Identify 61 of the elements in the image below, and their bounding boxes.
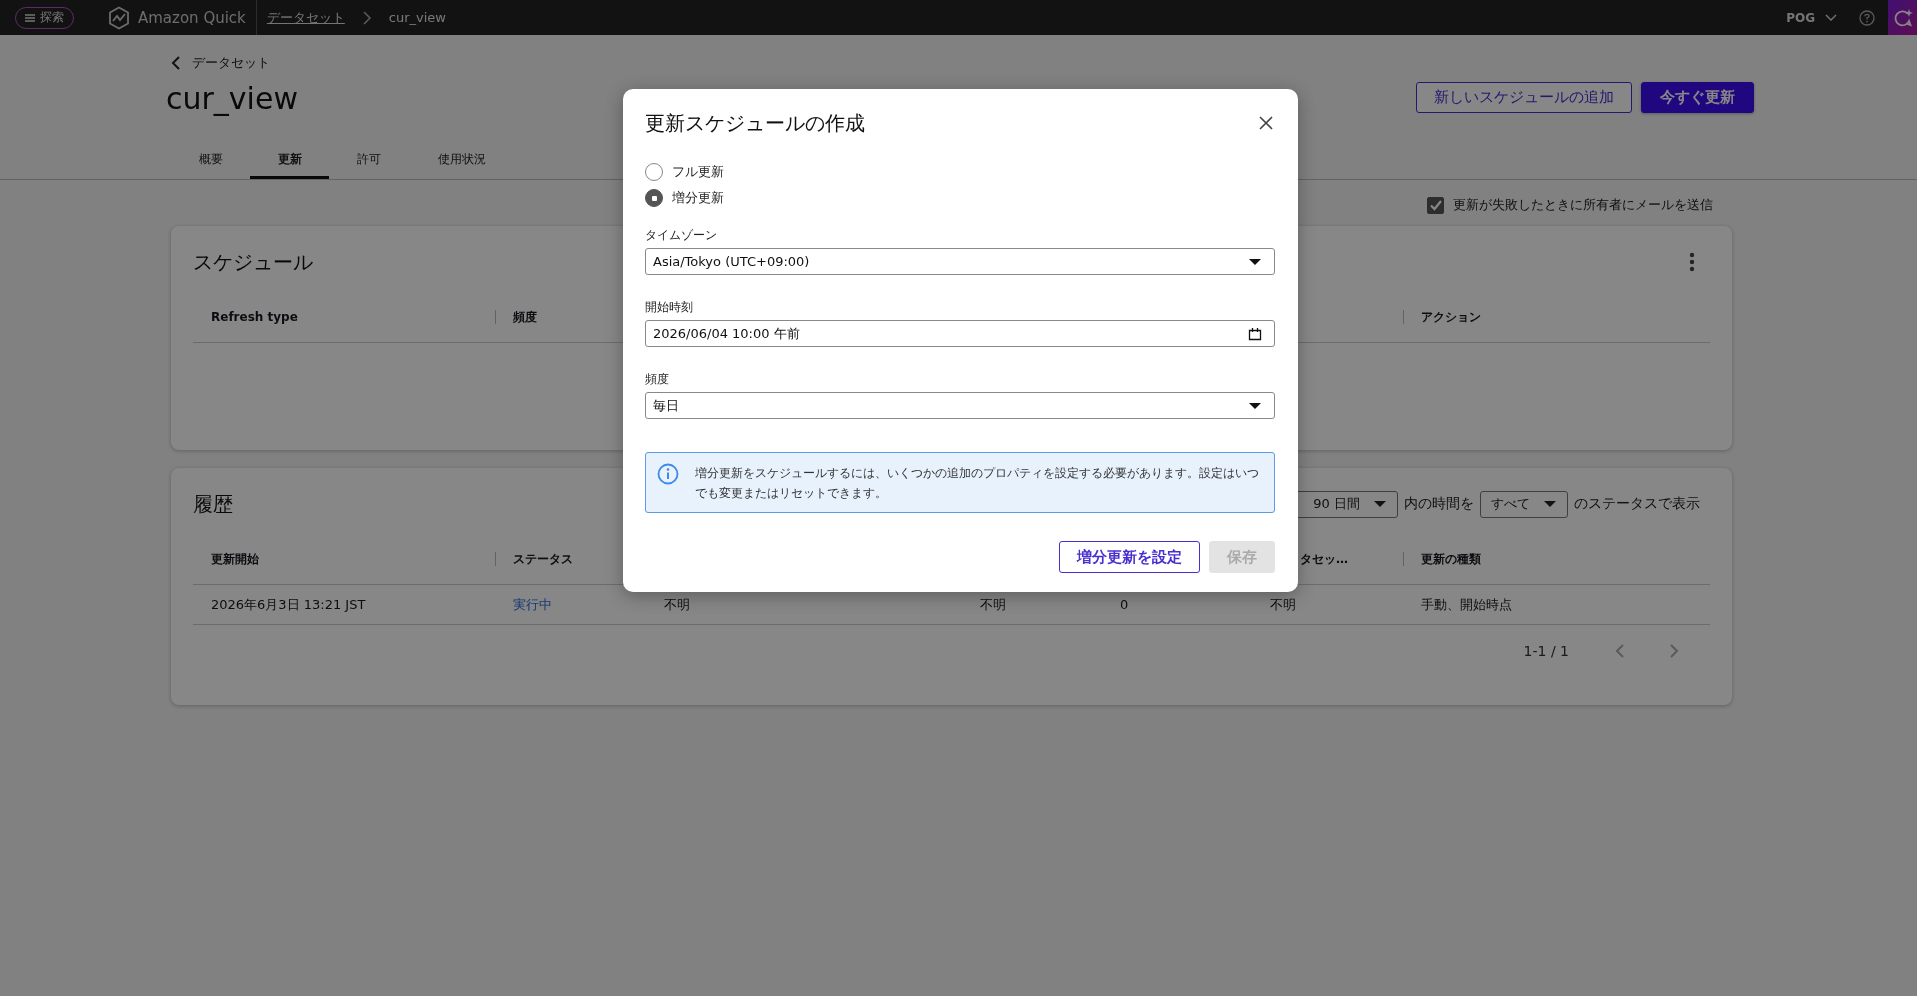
column-header: 更新の種類 [1403,548,1710,569]
tab[interactable]: 更新 [250,141,329,179]
column-header: タセッ… [1299,550,1349,568]
help-icon[interactable] [1859,9,1875,26]
section-title: スケジュール [193,248,313,276]
caret-down-icon [1248,400,1262,411]
breadcrumb-current: cur_view [388,10,446,25]
assistant-button[interactable] [1888,0,1917,35]
more-options-icon[interactable] [1689,252,1695,272]
tab[interactable]: 使用状況 [408,141,515,179]
column-header: 更新開始 [210,550,260,568]
chevron-right-icon [360,9,373,26]
hexagon-logo-icon [108,5,130,30]
filter-text: のステータスで表示 [1574,495,1700,513]
table-cell: 不明 [1270,596,1296,612]
configure-button[interactable]: 増分更新を設定 [1059,541,1200,573]
app-name: Amazon Quick [138,8,246,27]
radio-label: 増分更新 [672,189,724,207]
add-schedule-button[interactable]: 新しいスケジュールの追加 [1416,81,1632,113]
chat-sparkle-icon [1892,7,1913,28]
chevron-down-icon [1825,13,1837,22]
column-header: Refresh type [210,308,299,326]
info-icon [657,463,679,485]
dialog-title: 更新スケジュールの作成 [645,109,865,137]
field-label: タイムゾーン [645,227,718,244]
caret-down-icon [1373,499,1387,509]
checkbox-label: 更新が失敗したときに所有者にメールを送信 [1453,196,1713,214]
radio-label: フル更新 [672,163,724,181]
back-link[interactable]: データセット [170,54,270,72]
table-cell: 不明 [980,596,1006,612]
field-label: 開始時刻 [645,299,694,316]
table-cell: 0 [1120,597,1129,612]
tab[interactable]: 許可 [329,141,408,179]
status-link[interactable]: 実行中 [513,596,552,612]
filter-text: 内の時間を [1404,495,1474,513]
chevron-left-icon [170,55,182,71]
radio-button[interactable] [645,189,663,207]
select-field[interactable]: Asia/Tokyo (UTC+09:00) [645,248,1275,275]
calendar-icon [1248,326,1262,341]
table-cell: 2026年6月3日 13:21 JST [211,596,366,612]
radio-button[interactable] [645,163,663,181]
info-message: 増分更新をスケジュールするには、いくつかの追加のプロパティを設定する必要があります。設定はいつでも変更またはリセットできます。 [695,465,1260,502]
table-cell: 不明 [664,596,690,612]
date-field[interactable]: 2026/06/04 10:00 午前 [645,320,1275,347]
close-icon[interactable] [1259,116,1273,130]
caret-down-icon [1248,256,1262,267]
table-cell: 手動、開始時点 [1421,596,1512,612]
refresh-now-button[interactable]: 今すぐ更新 [1641,81,1754,113]
select-field[interactable]: 毎日 [645,392,1275,419]
checkbox[interactable] [1427,196,1444,214]
breadcrumb-link[interactable]: データセット [266,8,345,27]
page-title: cur_view [166,80,298,118]
dropdown[interactable]: すべて [1480,490,1568,518]
caret-down-icon [1543,499,1557,509]
field-label: 頻度 [645,371,670,388]
section-title: 履歴 [193,490,233,518]
column-header: アクション [1403,306,1710,327]
menu-icon [25,12,35,23]
account-menu[interactable]: POG [1786,10,1837,25]
page-count: 1-1 / 1 [1523,643,1569,659]
tab[interactable]: 概要 [171,141,250,179]
